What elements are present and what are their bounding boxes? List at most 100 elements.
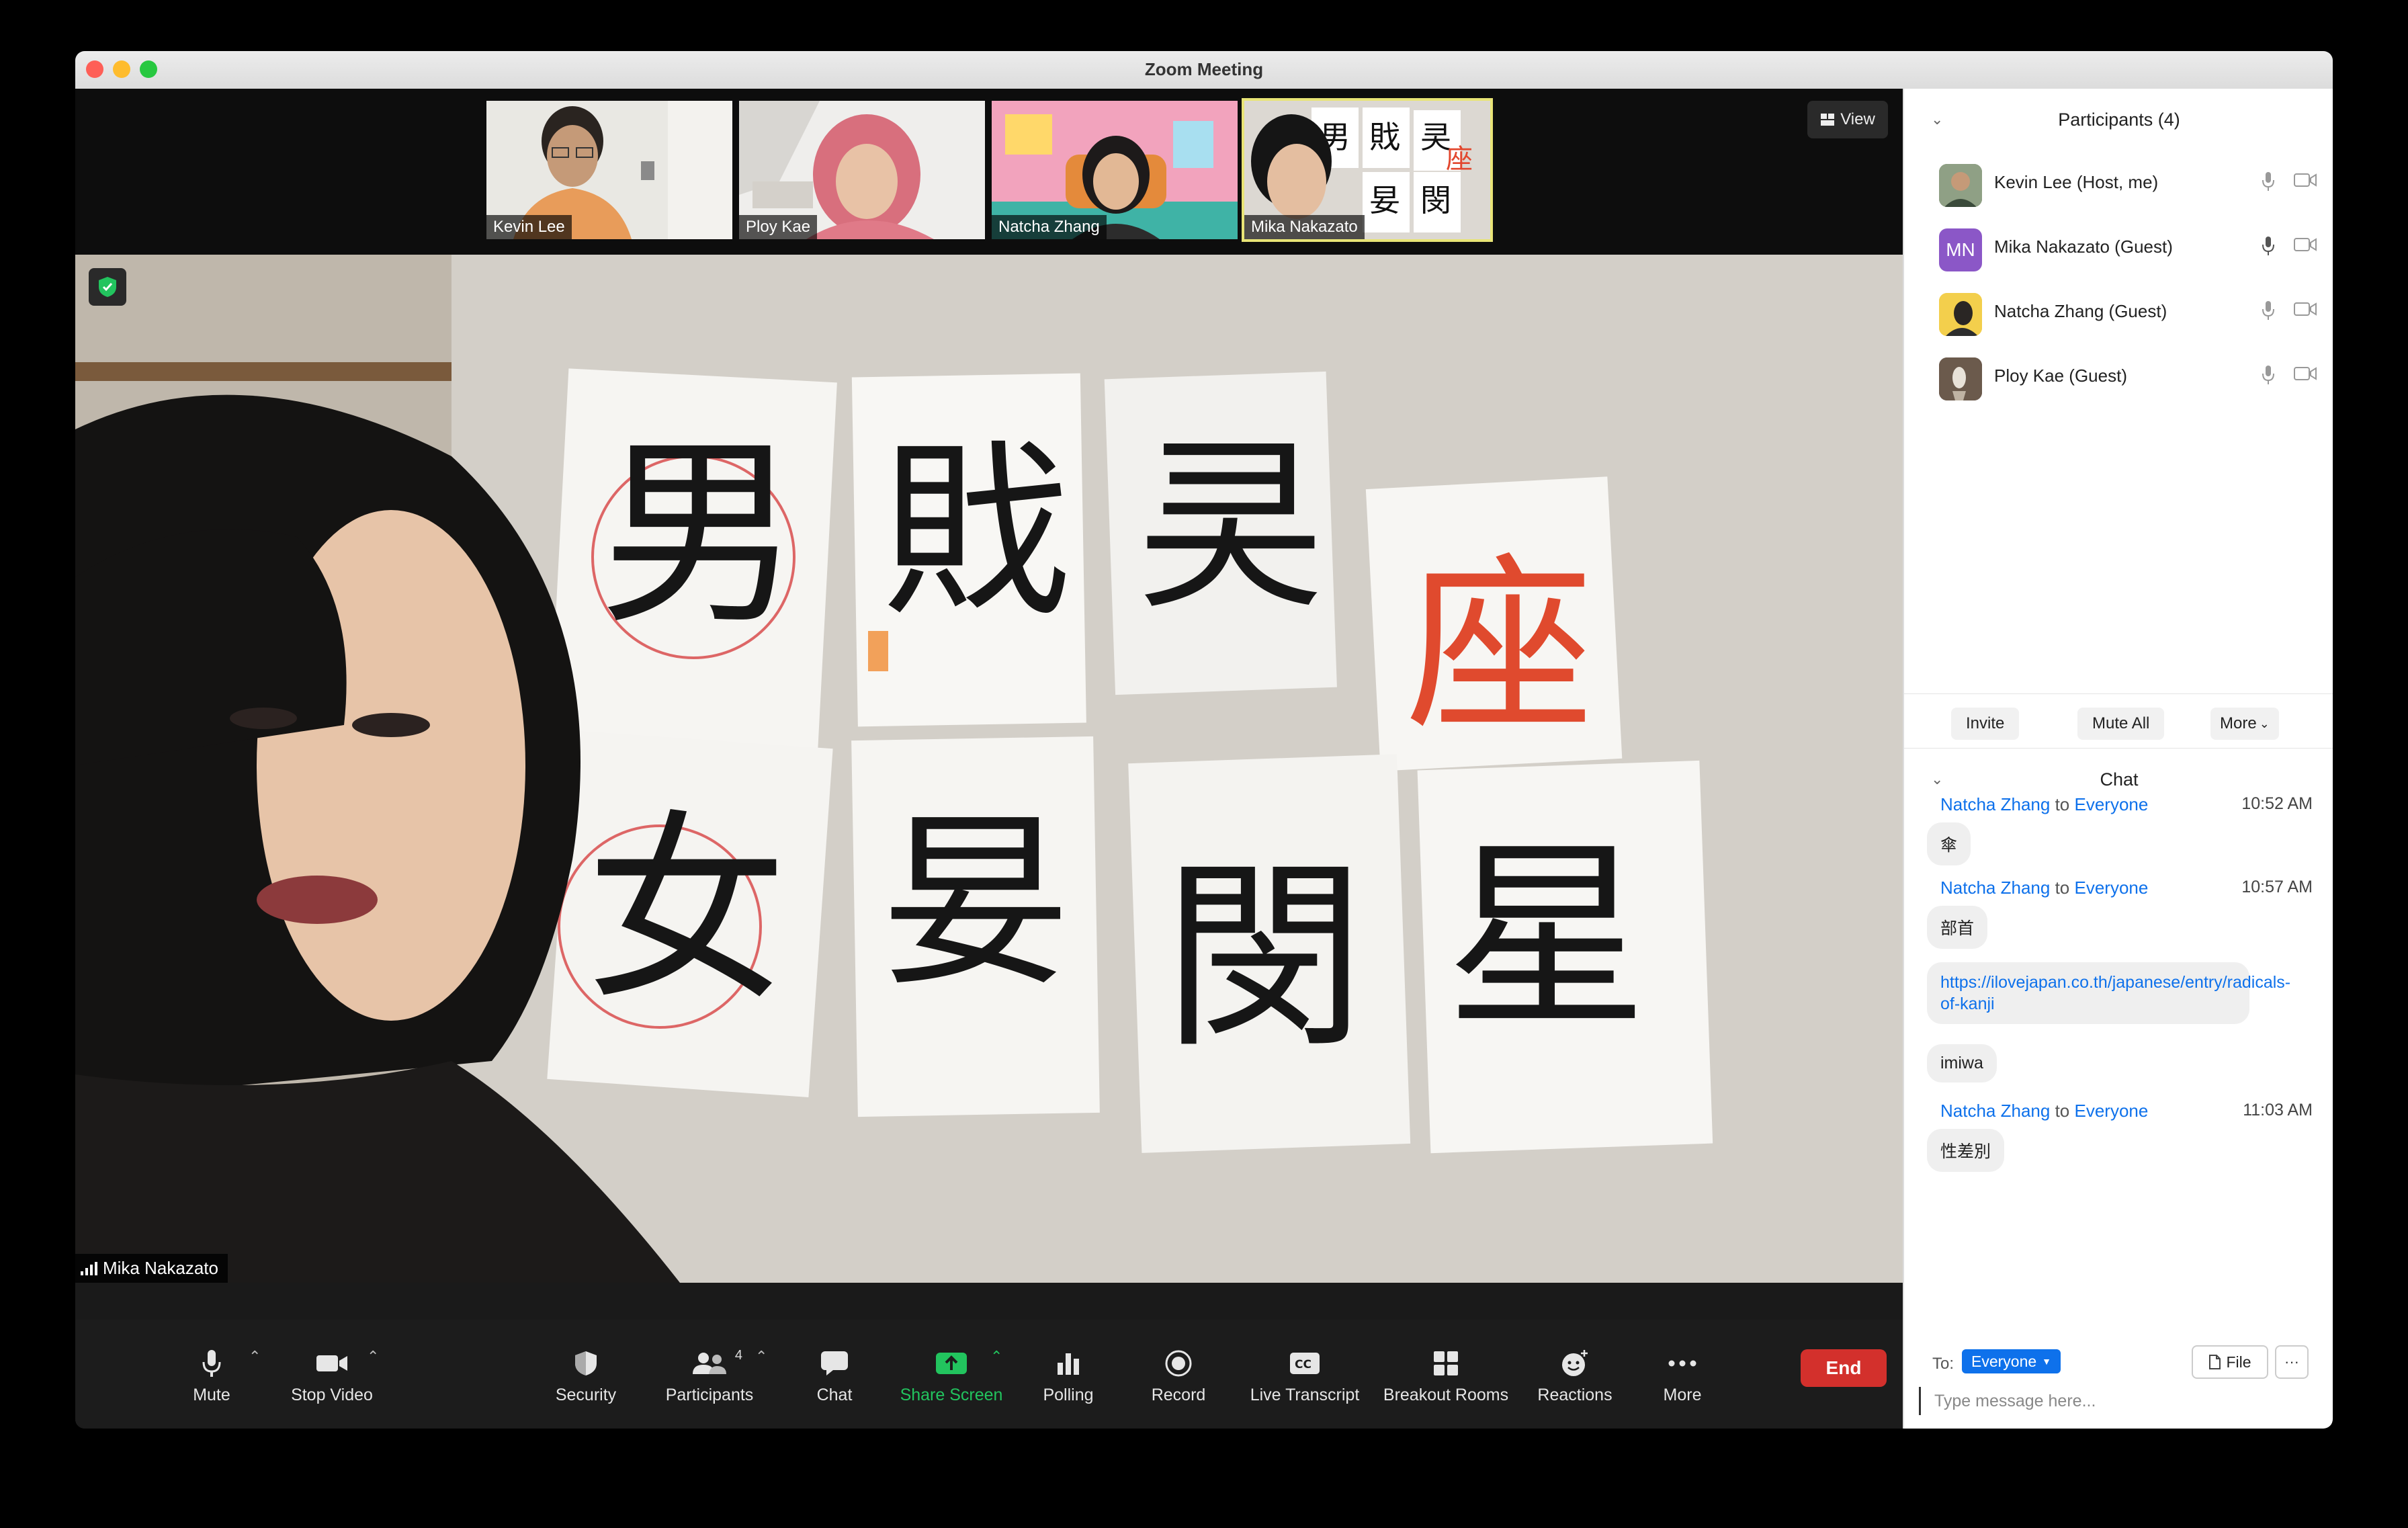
thumbnail-natcha-zhang[interactable]: Natcha Zhang — [992, 101, 1238, 239]
thumbnail-name: Ploy Kae — [739, 215, 818, 239]
recipient-dropdown[interactable]: Everyone ▼ — [1962, 1349, 2061, 1373]
thumbnail-mika-nakazato[interactable]: 男 戝 㚑 妟 閔 座 Mika Nakazato — [1242, 98, 1493, 242]
meeting-toolbar: Mute ⌃ Stop Video ⌃ Security 4 Participa… — [75, 1320, 1903, 1429]
message-bubble: 性差別 — [1927, 1129, 2005, 1172]
message-recipient: Everyone — [2074, 878, 2149, 898]
message-header: Natcha Zhang to Everyone — [1940, 794, 2148, 815]
message-sender[interactable]: Natcha Zhang — [1940, 878, 2050, 898]
security-button[interactable]: Security — [539, 1320, 633, 1429]
audio-options-chevron-icon[interactable]: ⌃ — [249, 1348, 261, 1365]
kanji-text: 戝 — [882, 423, 1070, 642]
participant-row[interactable]: Kevin Lee (Host, me) — [1904, 152, 2333, 216]
message-to-word: to — [2055, 878, 2070, 898]
reactions-button[interactable]: Reactions — [1535, 1320, 1615, 1429]
chat-button[interactable]: Chat — [794, 1320, 875, 1429]
thumbnail-name: Mika Nakazato — [1244, 215, 1365, 239]
view-button[interactable]: View — [1807, 101, 1888, 138]
stop-video-label: Stop Video — [291, 1385, 373, 1404]
participant-name: Kevin Lee (Host, me) — [1994, 172, 2159, 192]
reactions-label: Reactions — [1537, 1385, 1612, 1404]
video-camera-icon[interactable] — [2294, 237, 2317, 253]
signal-bars-icon — [81, 1261, 97, 1275]
zoom-window: Zoom Meeting Kevin Lee Ploy Kae Natcha Z… — [75, 51, 2333, 1429]
breakout-rooms-button[interactable]: Breakout Rooms — [1377, 1320, 1514, 1429]
participant-name: Mika Nakazato (Guest) — [1994, 237, 2173, 257]
video-options-chevron-icon[interactable]: ⌃ — [367, 1348, 379, 1365]
end-meeting-button[interactable]: End — [1801, 1349, 1887, 1387]
share-options-chevron-icon[interactable]: ⌃ — [990, 1348, 1002, 1365]
message-header: Natcha Zhang to Everyone — [1940, 878, 2148, 898]
microphone-icon[interactable] — [2262, 300, 2275, 321]
thumbnail-strip: Kevin Lee Ploy Kae Natcha Zhang 男 戝 㚑 妟 … — [75, 89, 1903, 255]
mute-all-button[interactable]: Mute All — [2077, 708, 2165, 740]
kanji-text: 星 — [1446, 820, 1647, 1055]
participants-label: Participants — [665, 1385, 754, 1404]
thumbnail-kevin-lee[interactable]: Kevin Lee — [486, 101, 732, 239]
participants-more-button[interactable]: More ⌄ — [2210, 708, 2279, 740]
message-input[interactable]: Type message here... — [1919, 1387, 2331, 1415]
view-button-label: View — [1840, 110, 1875, 128]
kanji-text: 座 — [1446, 144, 1473, 175]
collapse-chat-chevron-icon[interactable]: ⌄ — [1931, 771, 1943, 788]
participant-row[interactable]: Natcha Zhang (Guest) — [1904, 281, 2333, 345]
chat-more-options-button[interactable]: ··· — [2275, 1345, 2309, 1379]
invite-button[interactable]: Invite — [1951, 708, 2020, 740]
avatar — [1939, 164, 1982, 207]
participants-header: ⌄ Participants (4) — [1904, 99, 2333, 140]
message-time: 10:57 AM — [2241, 878, 2313, 896]
message-recipient: Everyone — [2074, 1101, 2149, 1121]
participant-row[interactable]: MN Mika Nakazato (Guest) — [1904, 216, 2333, 281]
message-link[interactable]: https://ilovejapan.co.th/japanese/entry/… — [1927, 962, 2290, 1024]
chat-composer: To: Everyone ▼ File ··· Type message her… — [1904, 1339, 2333, 1429]
microphone-icon[interactable] — [2262, 235, 2275, 257]
meeting-area: Kevin Lee Ploy Kae Natcha Zhang 男 戝 㚑 妟 … — [75, 89, 1903, 1429]
video-camera-icon[interactable] — [2294, 301, 2317, 317]
message-recipient: Everyone — [2074, 794, 2149, 814]
participant-name: Natcha Zhang (Guest) — [1994, 301, 2167, 321]
chat-header: ⌄ Chat — [1904, 759, 2333, 800]
file-button[interactable]: File — [2192, 1345, 2268, 1379]
video-camera-icon[interactable] — [2294, 172, 2317, 188]
kanji-text: 閔 — [1164, 841, 1365, 1075]
more-button[interactable]: More — [1645, 1320, 1720, 1429]
more-label: More — [1663, 1385, 1702, 1404]
share-screen-button[interactable]: Share Screen — [891, 1320, 1012, 1429]
mute-button[interactable]: Mute — [169, 1320, 254, 1429]
live-transcript-label: Live Transcript — [1250, 1385, 1360, 1404]
chevron-down-icon: ⌄ — [2259, 716, 2270, 730]
kanji-text: 男 — [599, 417, 801, 652]
right-sidebar: ⌄ Participants (4) Kevin Lee (Host, me) … — [1903, 89, 2333, 1429]
polling-button[interactable]: Polling — [1029, 1320, 1107, 1429]
kanji-text: 座 — [1406, 538, 1594, 757]
more-ellipsis-icon — [1668, 1360, 1696, 1366]
participant-row[interactable]: Ploy Kae (Guest) — [1904, 345, 2333, 410]
polling-label: Polling — [1043, 1385, 1094, 1404]
chat-title: Chat — [2100, 769, 2139, 790]
security-label: Security — [555, 1385, 617, 1404]
speaker-name-tag: Mika Nakazato — [75, 1254, 228, 1283]
speaker-video-feed: 男 戝 㚑 女 妟 閔 星 座 — [75, 255, 1903, 1283]
message-sender[interactable]: Natcha Zhang — [1940, 794, 2050, 814]
collapse-participants-chevron-icon[interactable]: ⌄ — [1931, 111, 1943, 128]
encryption-shield-icon[interactable] — [89, 268, 126, 306]
participants-icon — [693, 1352, 726, 1374]
message-to-word: to — [2055, 794, 2070, 814]
thumbnail-ploy-kae[interactable]: Ploy Kae — [739, 101, 985, 239]
caret-down-icon: ▼ — [2042, 1356, 2052, 1367]
polling-chart-icon — [1058, 1353, 1079, 1375]
participants-count: 4 — [734, 1347, 742, 1363]
record-label: Record — [1151, 1385, 1206, 1404]
stop-video-button[interactable]: Stop Video — [277, 1320, 387, 1429]
participants-options-chevron-icon[interactable]: ⌃ — [755, 1348, 767, 1365]
microphone-icon[interactable] — [2262, 364, 2275, 386]
kanji-text: 妟 — [1369, 182, 1400, 218]
thumbnail-name: Kevin Lee — [486, 215, 572, 239]
live-transcript-button[interactable]: CC Live Transcript — [1243, 1320, 1367, 1429]
microphone-icon[interactable] — [2262, 171, 2275, 192]
message-sender[interactable]: Natcha Zhang — [1940, 1101, 2050, 1121]
participants-button[interactable]: 4 Participants — [656, 1320, 763, 1429]
security-shield-icon — [575, 1351, 597, 1375]
record-button[interactable]: Record — [1140, 1320, 1217, 1429]
video-camera-icon[interactable] — [2294, 366, 2317, 382]
participant-name: Ploy Kae (Guest) — [1994, 366, 2127, 386]
